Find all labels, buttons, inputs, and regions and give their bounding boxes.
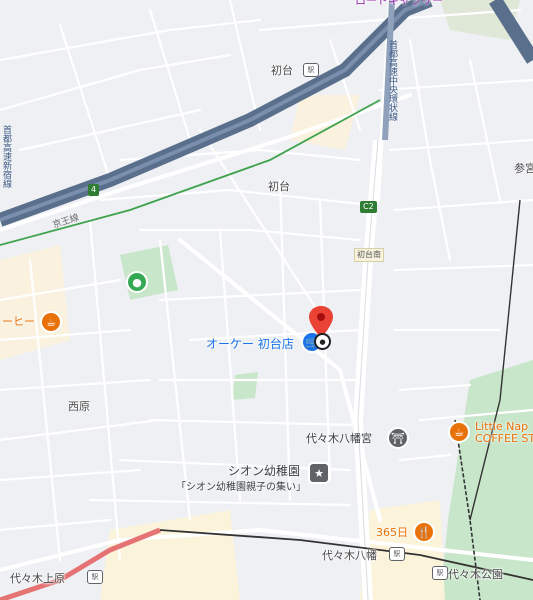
sankuu-area-label: 参宮 (514, 162, 533, 175)
fork-knife-icon[interactable]: 🍴 (415, 523, 433, 541)
okay-store-label[interactable]: オーケー 初台店 (206, 335, 294, 352)
top-poi-label[interactable]: ロードギャラリー (355, 0, 443, 8)
shop-365-label[interactable]: 365日 (376, 527, 408, 539)
shuto-road-left-label: 首都高速新宿線 (1, 125, 11, 188)
route-c2-shield: C2 (360, 201, 377, 213)
map-canvas[interactable]: ロードギャラリー 初台 駅 初台 西原 参宮 京王線 首都高速中央環状線 首都高… (0, 0, 533, 600)
keio-line-label: 京王線 (51, 212, 81, 231)
yoyogi-hachiman-train-station-icon[interactable]: 駅 (389, 547, 405, 561)
star-school-icon[interactable]: ★ (310, 464, 328, 482)
little-nap-label-line2[interactable]: COFFEE ST (475, 433, 533, 445)
shion-kindergarten-sublabel[interactable]: 「シオン幼稚園親子の集い」 (176, 478, 306, 493)
yoyogi-koen-station-label[interactable]: 代々木公園 (448, 566, 503, 582)
nishihara-area-label: 西原 (68, 400, 90, 413)
yoyogi-koen-train-station-icon[interactable]: 駅 (432, 566, 448, 580)
selected-location-dot-icon: ● (314, 333, 331, 350)
shion-kindergarten-label[interactable]: シオン幼稚園 (228, 462, 300, 479)
label-layer: ロードギャラリー 初台 駅 初台 西原 参宮 京王線 首都高速中央環状線 首都高… (0, 0, 533, 600)
shuto-road-label: 首都高速中央環状線 (387, 40, 397, 121)
yoyogi-uehara-station-label[interactable]: 代々木上原 (10, 570, 65, 586)
yoyogi-uehara-train-station-icon[interactable]: 駅 (87, 570, 103, 584)
torii-icon[interactable]: ⛩ (389, 429, 407, 447)
yoyogi-hachimangu-label[interactable]: 代々木八幡宮 (306, 430, 372, 446)
hatsudai-station-label[interactable]: 初台 (271, 62, 293, 78)
coffee-cup-icon-little-nap[interactable]: ☕ (450, 423, 468, 441)
route-4-shield: 4 (88, 184, 100, 196)
coffee-cup-icon[interactable]: ☕ (42, 313, 60, 331)
hatsudai-train-station-icon[interactable]: 駅 (303, 63, 319, 77)
hatsudai-minami-intersection-sign: 初台南 (354, 248, 384, 262)
park-tree-icon[interactable]: ● (128, 273, 146, 291)
hatsudai-area-label: 初台 (268, 180, 290, 193)
yoyogi-hachiman-station-label[interactable]: 代々木八幡 (322, 547, 377, 563)
coffee-left-label[interactable]: ーヒー (2, 316, 35, 328)
